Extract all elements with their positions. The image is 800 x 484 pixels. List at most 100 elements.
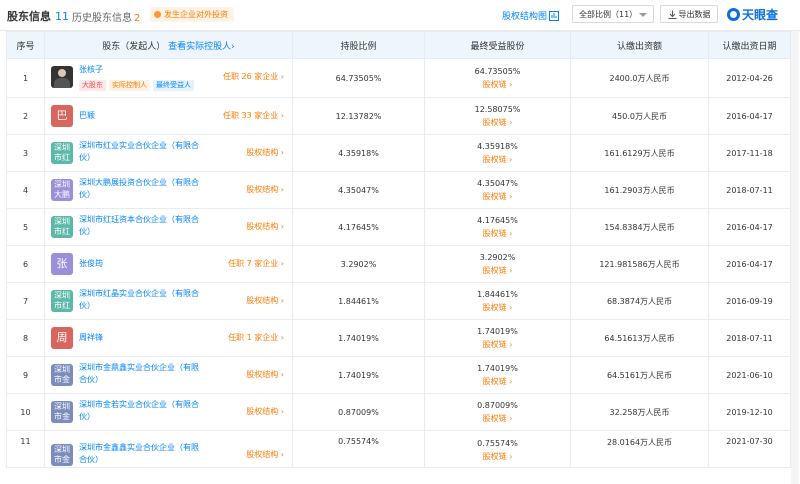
view-controller-link[interactable]: 查看实际控股人 <box>168 42 231 52</box>
table-row: 10 深圳市金 深圳市金若实业合伙企业（有限合伙） 股权结构 › 0.87009% 0.8… <box>6 393 791 431</box>
date-cell: 2017-11-18 <box>708 134 791 172</box>
download-icon <box>668 10 676 19</box>
holder-detail-link[interactable]: 任职 7 家企业 › <box>228 258 284 269</box>
avatar-body <box>54 78 70 88</box>
holder-tag: 大股东 <box>79 80 106 91</box>
equity-chain-link[interactable]: 股权链 › <box>425 375 570 388</box>
holder-detail-label: 股权结构 <box>246 185 279 194</box>
col-ratio: 持股比例 <box>292 31 425 59</box>
holder-detail-link[interactable]: 股权结构 › <box>246 147 284 158</box>
equity-chain-link[interactable]: 股权链 › <box>425 190 570 203</box>
row-index: 3 <box>6 134 45 172</box>
export-button[interactable]: 导出数据 <box>660 5 718 23</box>
equity-chain-label: 股权链 <box>482 192 507 201</box>
holder-detail-link[interactable]: 任职 26 家企业 › <box>223 71 284 82</box>
chevron-right-icon: › <box>280 333 284 342</box>
tab-history-count: 2 <box>134 13 141 24</box>
chevron-right-icon: › <box>509 155 513 164</box>
equity-chain-link[interactable]: 股权链 › <box>425 301 570 314</box>
equity-chain-link[interactable]: 股权链 › <box>425 412 570 425</box>
final-share-value: 4.17645% <box>477 216 518 225</box>
holder-detail-link[interactable]: 任职 33 家企业 › <box>223 110 284 121</box>
equity-chain-link[interactable]: 股权链 › <box>425 153 570 166</box>
date-cell: 2016-04-17 <box>708 245 791 283</box>
notice-badge[interactable]: 发生企业对外投资 <box>150 7 234 22</box>
avatar[interactable]: 巴 <box>51 105 73 127</box>
equity-chain-label: 股权链 <box>482 80 507 89</box>
holder-cell: 巴巴颖 任职 33 家企业 › <box>44 97 293 135</box>
holder-detail-label: 任职 1 家企业 <box>228 333 279 342</box>
ratio-cell: 0.75574% <box>292 430 425 468</box>
holder-detail-link[interactable]: 股权结构 › <box>246 295 284 306</box>
equity-chain-link[interactable]: 股权链 › <box>425 227 570 240</box>
ratio-filter-select[interactable]: 全部比例（11） <box>572 5 654 23</box>
ratio-cell: 1.74019% <box>292 319 425 357</box>
holder-detail-label: 股权结构 <box>246 148 279 157</box>
equity-chain-link[interactable]: 股权链 › <box>425 338 570 351</box>
avatar[interactable]: 深圳市金 <box>51 401 73 423</box>
holder-detail-link[interactable]: 股权结构 › <box>246 221 284 232</box>
equity-chain-link[interactable]: 股权链 › <box>425 78 570 91</box>
chevron-right-icon: › <box>280 148 284 157</box>
row-index: 5 <box>6 208 45 246</box>
date-cell: 2016-04-17 <box>708 208 791 246</box>
tab-shareholders[interactable]: 股东信息 11 <box>7 8 69 24</box>
chevron-right-icon: › <box>280 185 284 194</box>
equity-chain-link[interactable]: 股权链 › <box>425 116 570 129</box>
table-row: 3 深圳市红 深圳市红业实业合伙企业（有限合伙） 股权结构 › 4.35918% 4.35… <box>6 134 791 172</box>
final-share-value: 12.58075% <box>474 105 521 114</box>
holder-cell: 深圳市金 深圳市金鑫鑫实业合伙企业（有限合伙） 股权结构 › <box>44 430 293 468</box>
final-share-cell: 1.84461% 股权链 › <box>424 282 571 320</box>
holder-cell: 深圳市金 深圳市金鼎鑫实业合伙企业（有限合伙） 股权结构 › <box>44 356 293 394</box>
avatar[interactable]: 深圳大鹏 <box>51 179 73 201</box>
holder-detail-link[interactable]: 股权结构 › <box>246 369 284 380</box>
holder-detail-link[interactable]: 任职 1 家企业 › <box>228 332 284 343</box>
equity-chain-link[interactable]: 股权链 › <box>425 264 570 277</box>
final-share-cell: 64.73505% 股权链 › <box>424 58 571 98</box>
holder-cell: 深圳市红 深圳市红业实业合伙企业（有限合伙） 股权结构 › <box>44 134 293 172</box>
ratio-cell: 4.35047% <box>292 171 425 209</box>
capital-cell: 2400.0万人民币 <box>570 58 709 98</box>
capital-cell: 68.3874万人民币 <box>570 282 709 320</box>
avatar[interactable]: 深圳市金 <box>51 444 73 466</box>
holder-detail-link[interactable]: 股权结构 › <box>246 184 284 195</box>
equity-chain-label: 股权链 <box>482 155 507 164</box>
holder-name-link[interactable]: 深圳市金鑫鑫实业合伙企业（有限合伙） <box>79 442 206 466</box>
equity-chain-link[interactable]: 股权链 › <box>425 450 570 463</box>
holder-name-link[interactable]: 深圳大鹏展投资合伙企业（有限合伙） <box>79 177 206 201</box>
holder-name-link[interactable]: 深圳市红晶实业合伙企业（有限合伙） <box>79 288 206 312</box>
holder-detail-label: 股权结构 <box>246 222 279 231</box>
avatar-photo[interactable] <box>51 66 73 88</box>
avatar[interactable]: 深圳市红 <box>51 290 73 312</box>
capital-cell: 154.8384万人民币 <box>570 208 709 246</box>
holder-name-link[interactable]: 深圳市金若实业合伙企业（有限合伙） <box>79 399 206 423</box>
tab-history[interactable]: 历史股东信息 2 <box>72 9 140 24</box>
holder-name-link[interactable]: 深圳市红业实业合伙企业（有限合伙） <box>79 140 206 164</box>
date-cell: 2018-07-11 <box>708 171 791 209</box>
holder-tag: 最终受益人 <box>153 80 194 91</box>
top-bar: 股东信息 11 历史股东信息 2 发生企业对外投资 股权结构图 全部比例（11） 导… <box>0 0 800 31</box>
avatar[interactable]: 深圳市红 <box>51 216 73 238</box>
holder-name-link[interactable]: 深圳市红珏资本合伙企业（有限合伙） <box>79 214 206 238</box>
holder-name-link[interactable]: 深圳市金鼎鑫实业合伙企业（有限合伙） <box>79 362 206 386</box>
avatar[interactable]: 周 <box>51 327 73 349</box>
chevron-right-icon: › <box>280 296 284 305</box>
avatar-head <box>58 69 66 77</box>
holder-name-link[interactable]: 张核子 <box>79 64 206 76</box>
avatar[interactable]: 张 <box>51 253 73 275</box>
col-date: 认缴出资日期 <box>708 31 791 59</box>
holder-detail-label: 任职 7 家企业 <box>228 259 279 268</box>
table-row: 1 张核子 任职 26 家企业 › 大股东 实际控制人 最终受益人 64.73505% 64.… <box>6 58 791 98</box>
ratio-cell: 64.73505% <box>292 58 425 98</box>
avatar[interactable]: 深圳市金 <box>51 364 73 386</box>
holder-name-link[interactable]: 张俊筠 <box>79 258 206 270</box>
scrollbar[interactable] <box>791 31 799 484</box>
avatar[interactable]: 深圳市红 <box>51 142 73 164</box>
holder-detail-link[interactable]: 股权结构 › <box>246 449 284 460</box>
holder-name-link[interactable]: 巴颖 <box>79 110 206 122</box>
holder-name-link[interactable]: 周祥锋 <box>79 332 206 344</box>
holder-detail-link[interactable]: 股权结构 › <box>246 406 284 417</box>
holder-detail-label: 股权结构 <box>246 296 279 305</box>
final-share-cell: 0.75574% 股权链 › <box>424 430 571 468</box>
equity-chart-link[interactable]: 股权结构图 <box>502 9 560 22</box>
